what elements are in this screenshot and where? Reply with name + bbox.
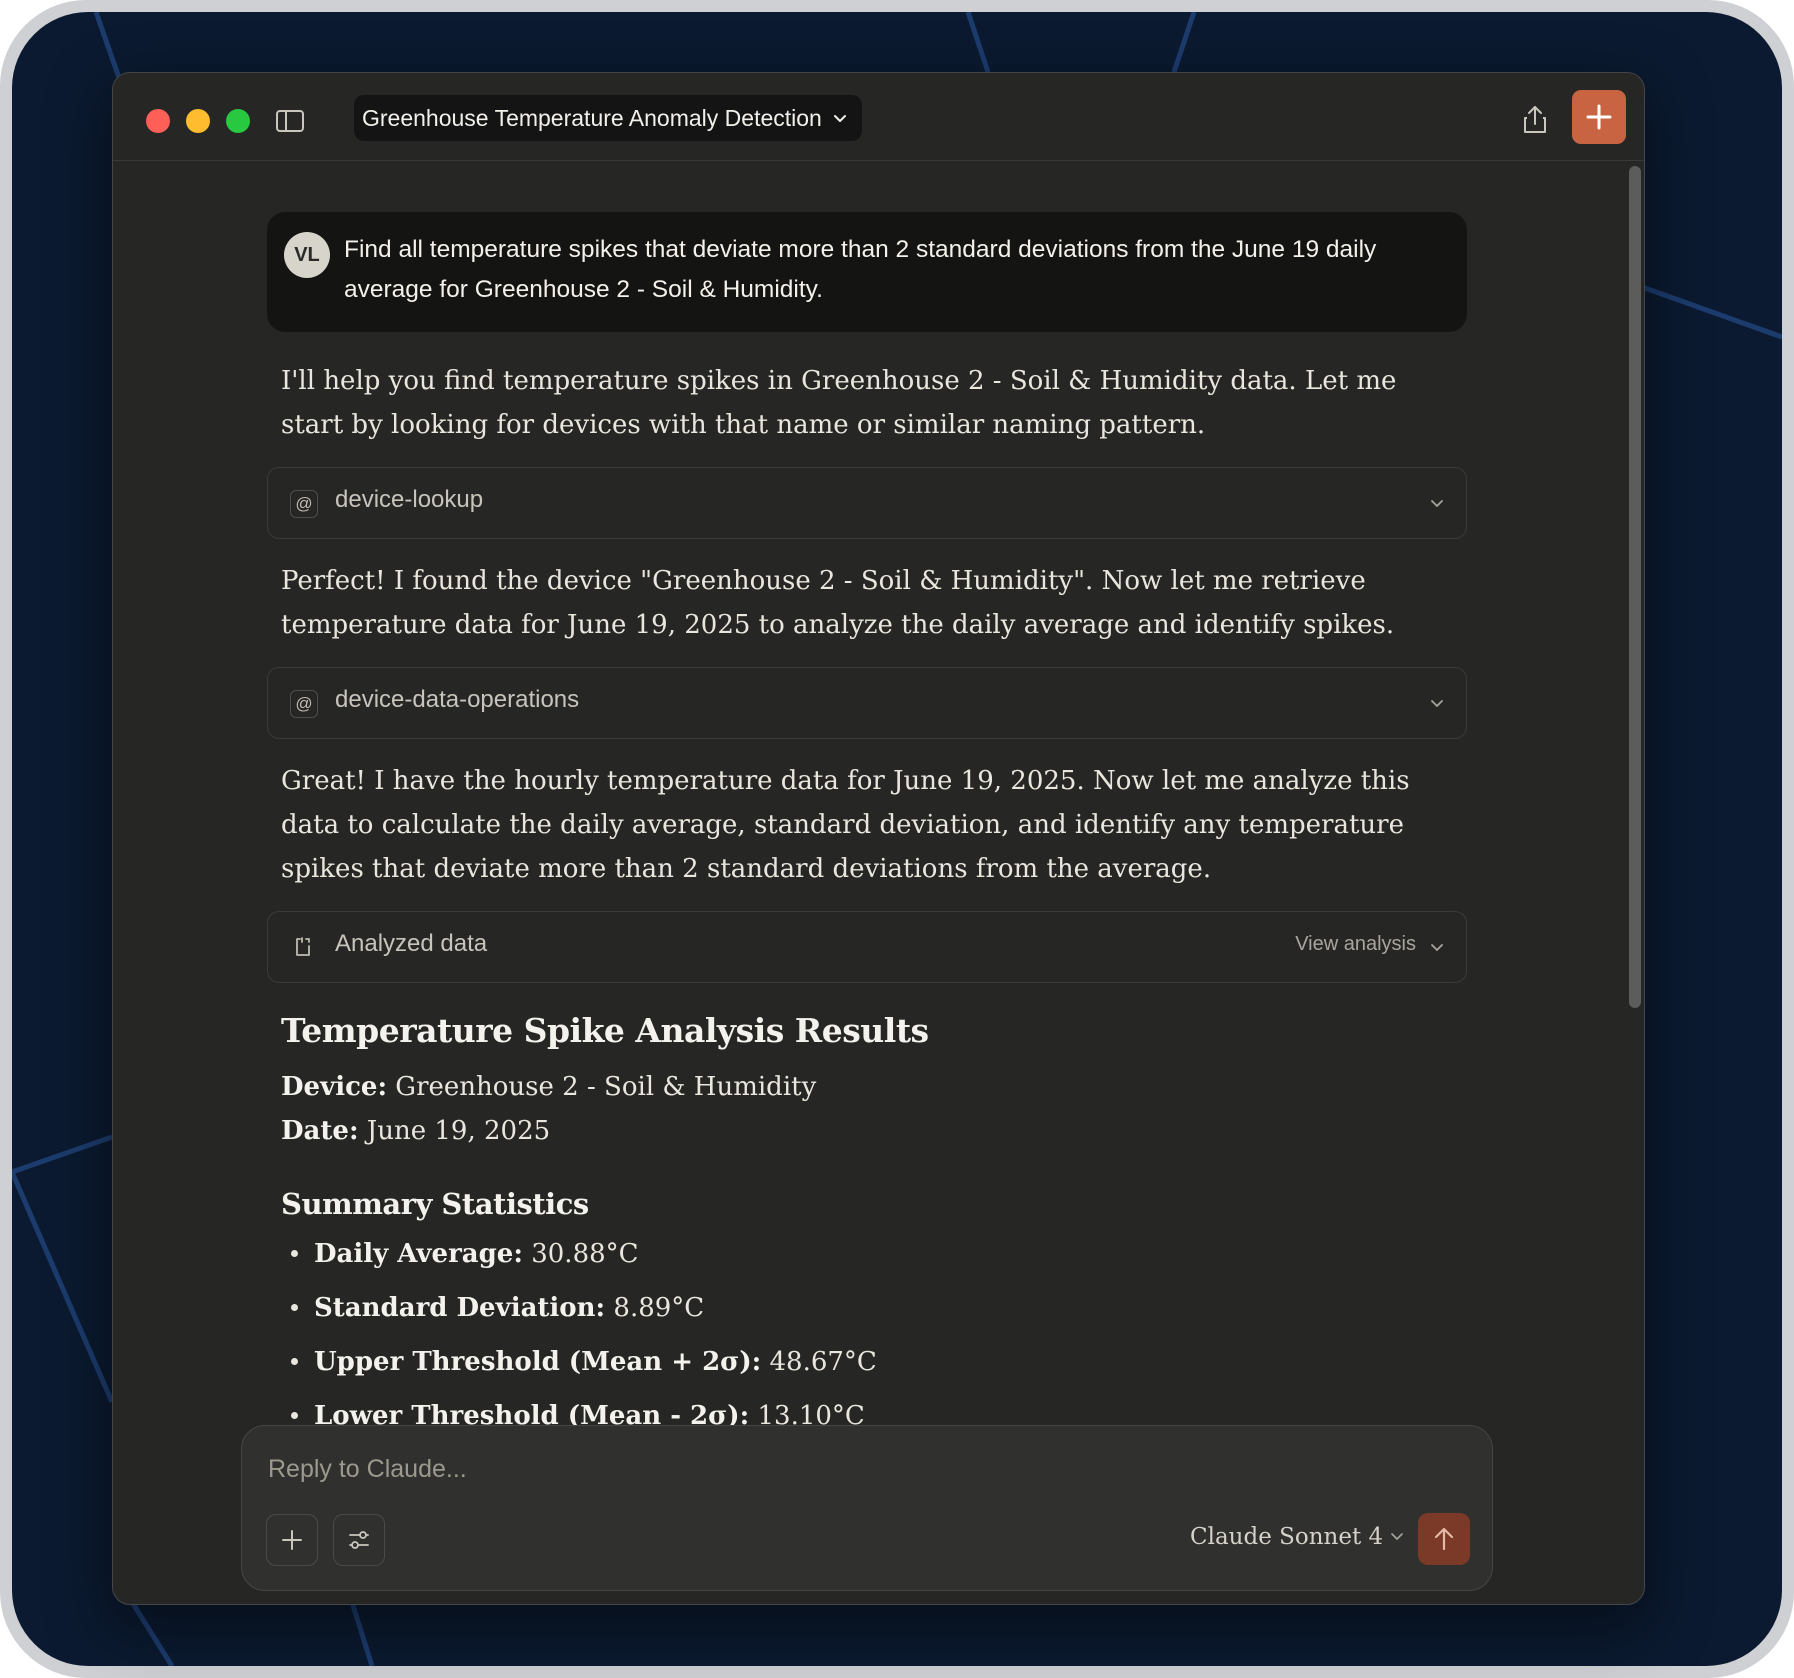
device-value: Greenhouse 2 - Soil & Humidity [387,1072,817,1102]
assistant-paragraph-2: Perfect! I found the device "Greenhouse … [281,566,1395,640]
analysis-label: Analyzed data [335,930,488,957]
date-value: June 19, 2025 [358,1116,551,1146]
at-icon: @ [290,690,318,718]
device-label: Device: [281,1072,388,1102]
assistant-paragraph-3: Great! I have the hourly temperature dat… [281,766,1410,884]
minimize-window-button[interactable] [186,109,210,133]
send-button[interactable] [1418,1513,1470,1565]
plus-icon [282,1530,302,1550]
tool-call-device-data-operations[interactable]: @ device-data-operations [267,667,1467,739]
date-line: Date: June 19, 2025 [281,1116,550,1146]
share-icon[interactable] [1518,103,1552,137]
chevron-down-icon [1428,694,1446,712]
scrollbar[interactable] [1629,166,1641,1008]
model-name: Claude Sonnet 4 [1190,1524,1384,1550]
sidebar-toggle-icon[interactable] [275,107,305,135]
chevron-down-icon [1389,1524,1405,1550]
device-line: Device: Greenhouse 2 - Soil & Humidity [281,1072,816,1102]
chevron-down-icon [1428,938,1446,956]
zoom-window-button[interactable] [226,109,250,133]
add-attachment-button[interactable] [266,1514,318,1566]
plus-icon [1586,104,1612,130]
list-item: Daily Average: 30.88°C [281,1239,639,1269]
view-analysis-button[interactable]: View analysis [1295,933,1416,956]
reply-input[interactable] [266,1448,1170,1490]
analysis-icon [290,934,316,960]
chevron-down-icon [832,105,848,132]
summary-heading: Summary Statistics [281,1187,589,1221]
close-window-button[interactable] [146,109,170,133]
analysis-block[interactable]: Analyzed data View analysis [267,911,1467,983]
title-bar: Greenhouse Temperature Anomaly Detection [113,73,1644,161]
at-icon: @ [290,490,318,518]
list-item: Upper Threshold (Mean + 2σ): 48.67°C [281,1347,877,1377]
arrow-up-icon [1434,1527,1454,1551]
reply-composer: Claude Sonnet 4 [241,1425,1493,1591]
app-window: Greenhouse Temperature Anomaly Detection… [112,72,1645,1605]
date-label: Date: [281,1116,359,1146]
conversation-title: Greenhouse Temperature Anomaly Detection [362,104,822,131]
chevron-down-icon [1428,494,1446,512]
user-message-text: Find all temperature spikes that deviate… [344,236,1377,303]
tool-call-label: device-lookup [335,486,484,513]
new-chat-button[interactable] [1572,90,1626,144]
sliders-icon [349,1531,369,1549]
conversation-title-dropdown[interactable]: Greenhouse Temperature Anomaly Detection [354,95,862,141]
list-item: Standard Deviation: 8.89°C [281,1293,704,1323]
tools-settings-button[interactable] [333,1514,385,1566]
results-heading: Temperature Spike Analysis Results [281,1011,929,1050]
user-message: VL Find all temperature spikes that devi… [267,212,1467,332]
tool-call-device-lookup[interactable]: @ device-lookup [267,467,1467,539]
model-selector[interactable]: Claude Sonnet 4 [1190,1524,1405,1550]
assistant-paragraph-1: I'll help you find temperature spikes in… [281,366,1397,440]
avatar[interactable]: VL [284,232,330,278]
tool-call-label: device-data-operations [335,686,580,713]
